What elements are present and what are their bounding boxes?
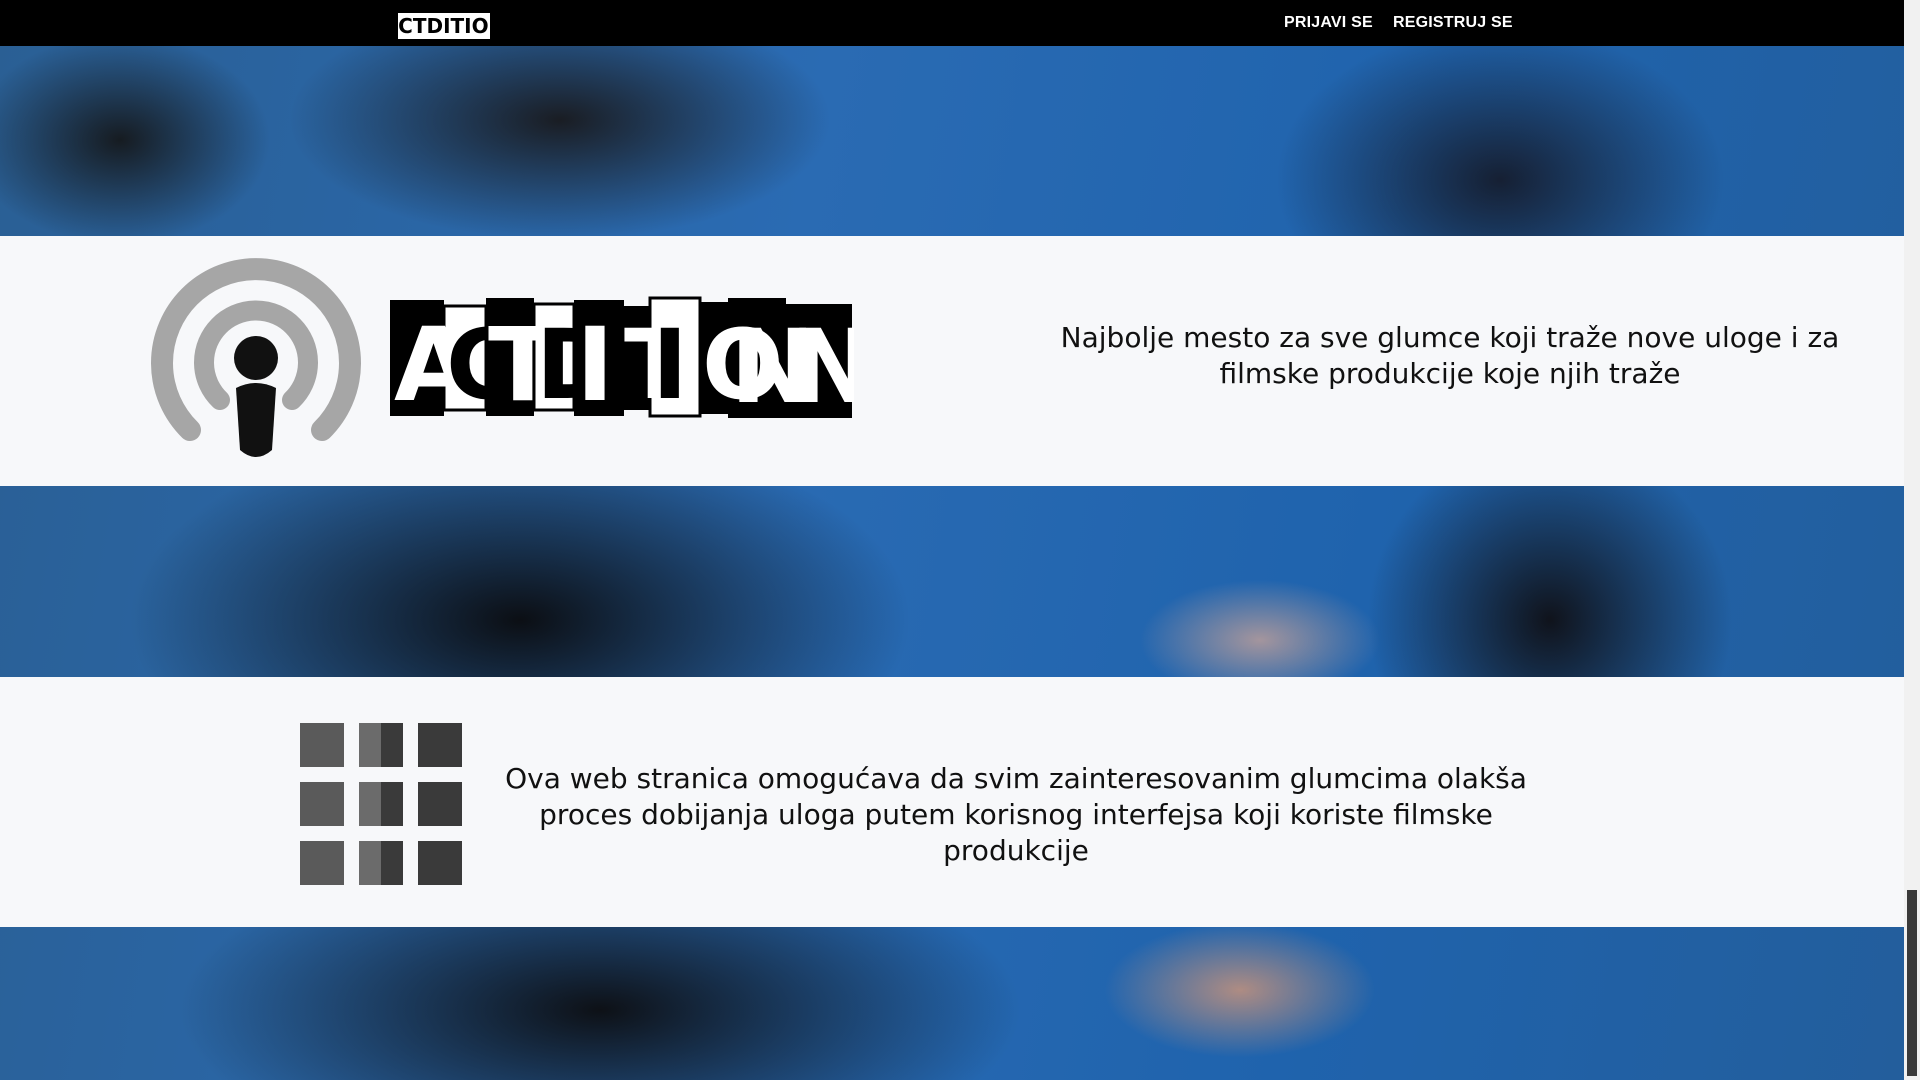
- actdition-logo: A C T D I T I O N N: [390, 296, 854, 422]
- hero-tagline: Najbolje mesto za sve glumce koji traže …: [1060, 321, 1840, 390]
- top-navbar: ACTDITION PRIJAVI SE REGISTRUJ SE: [0, 0, 1904, 46]
- scrollbar-thumb[interactable]: [1907, 890, 1917, 1076]
- about-band: Ova web stranica omogućava da svim zaint…: [0, 677, 1904, 927]
- svg-text:N: N: [790, 308, 854, 422]
- svg-text:I: I: [652, 309, 688, 421]
- hero-band: A C T D I T I O N N Najbolje mesto za sv…: [0, 236, 1904, 486]
- about-description: Ova web stranica omogućava da svim zaint…: [505, 762, 1527, 867]
- grid-icon: [300, 723, 462, 885]
- svg-text:I: I: [576, 306, 614, 422]
- header-logo[interactable]: ACTDITION: [383, 11, 505, 41]
- register-link[interactable]: REGISTRUJ SE: [1393, 0, 1513, 46]
- podcast-icon: [151, 258, 361, 457]
- login-link[interactable]: PRIJAVI SE: [1284, 0, 1373, 46]
- page-scrollbar[interactable]: [1904, 0, 1920, 1080]
